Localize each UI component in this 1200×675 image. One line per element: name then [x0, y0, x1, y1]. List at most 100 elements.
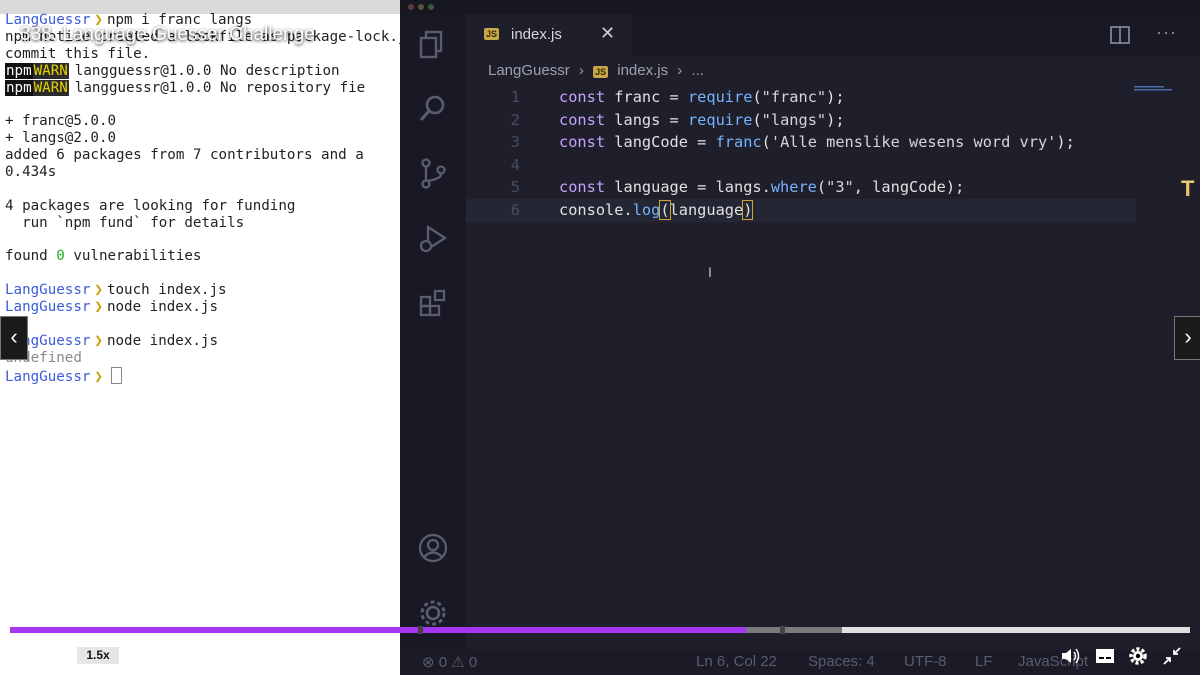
- code-text: const langs = require("langs");: [559, 109, 845, 132]
- breadcrumb-separator: ›: [578, 62, 584, 79]
- code-area[interactable]: 1 const franc = require("franc"); 2 const l…: [466, 86, 1136, 222]
- chapter-marker[interactable]: [780, 626, 785, 634]
- terminal-line: npm WARN langguessr@1.0.0 No description: [5, 62, 400, 80]
- prompt-arrow-icon: ❯: [94, 282, 103, 299]
- output-text: + langs@2.0.0: [5, 130, 117, 147]
- code-line[interactable]: 5 const language = langs.where("3", langC…: [466, 176, 1136, 199]
- output-text: 4 packages are looking for funding: [5, 197, 296, 214]
- terminal-line: LangGuessr ❯ node index.js: [5, 333, 400, 350]
- next-lecture-button[interactable]: ›: [1174, 316, 1200, 360]
- video-progress-bar[interactable]: [10, 626, 1190, 634]
- chapter-marker[interactable]: [418, 626, 423, 634]
- terminal-panel: LangGuessr ❯ npm i franc langs npm notice c…: [0, 0, 400, 675]
- breadcrumb-more[interactable]: ...: [691, 62, 704, 79]
- code-token: (: [761, 133, 771, 152]
- terminal-line: + franc@5.0.0: [5, 113, 400, 130]
- forward-icon[interactable]: [130, 646, 148, 666]
- npm-badge: npm: [5, 79, 33, 96]
- run-debug-icon[interactable]: [417, 222, 449, 254]
- npm-badge: npm: [5, 62, 33, 79]
- vulnerability-count: 0: [56, 248, 65, 265]
- output-text: found: [5, 248, 57, 265]
- code-line[interactable]: 6 console.log(language): [466, 198, 1136, 222]
- terminal-line: r: [5, 316, 400, 333]
- playback-speed-button[interactable]: 1.5x: [77, 647, 119, 664]
- code-token: language = langs.: [614, 178, 771, 197]
- output-text: vulnerabilities: [64, 248, 202, 265]
- extensions-icon[interactable]: [417, 287, 449, 319]
- code-token: "langs": [761, 110, 827, 129]
- exit-fullscreen-icon[interactable]: [1163, 647, 1181, 665]
- code-token: ): [742, 199, 754, 220]
- code-token: );: [826, 110, 845, 129]
- code-token: franc =: [614, 88, 688, 106]
- rewind-icon[interactable]: [50, 646, 68, 666]
- code-token: (: [659, 199, 671, 220]
- playback-time: 6:17 / 10:04: [160, 648, 225, 662]
- play-icon[interactable]: [18, 648, 34, 666]
- terminal-line: run `npm fund` for details: [5, 215, 400, 232]
- js-file-icon: JS: [593, 66, 609, 78]
- text-cursor-marker: T: [1181, 176, 1195, 201]
- code-token: (: [752, 110, 762, 129]
- breadcrumb-separator: ›: [677, 62, 683, 79]
- code-token: require: [687, 88, 753, 106]
- prompt-arrow-icon: ❯: [94, 368, 103, 385]
- prompt-directory: LangGuessr: [5, 368, 91, 385]
- code-token: (: [752, 88, 762, 106]
- search-icon[interactable]: [417, 92, 449, 124]
- code-token: , langCode);: [853, 178, 965, 197]
- close-tab-icon[interactable]: ✕: [600, 23, 615, 44]
- terminal-line: npm WARN langguessr@1.0.0 No repository fi…: [5, 79, 400, 97]
- account-icon[interactable]: [417, 532, 449, 564]
- code-line[interactable]: 3 const langCode = franc('Alle menslike w…: [466, 131, 1136, 154]
- breadcrumb-file[interactable]: index.js: [617, 62, 668, 79]
- close-window-icon[interactable]: [408, 4, 414, 10]
- minimap[interactable]: [1134, 86, 1176, 91]
- line-number: 2: [510, 110, 520, 129]
- activity-bar: [400, 14, 466, 675]
- breadcrumb: LangGuessr › JS index.js › ...: [488, 62, 709, 79]
- warning-text: langguessr@1.0.0 No description: [74, 62, 340, 79]
- breadcrumb-folder[interactable]: LangGuessr: [488, 62, 570, 79]
- editor-tab-bar: JS index.js ✕ ···: [466, 14, 1200, 58]
- output-text: commit this file.: [5, 45, 151, 62]
- line-number: 3: [510, 133, 520, 152]
- explorer-icon[interactable]: [417, 28, 449, 60]
- source-control-icon[interactable]: [417, 157, 449, 189]
- player-controls: 1.5x 6:17 / 10:04: [0, 638, 1200, 675]
- maximize-window-icon[interactable]: [428, 4, 434, 10]
- terminal-line: undefined: [5, 350, 400, 367]
- code-token: "franc": [761, 88, 827, 106]
- code-line[interactable]: 4: [466, 154, 1136, 177]
- code-editor-window: JS index.js ✕ ··· LangGuessr › JS index.…: [400, 0, 1200, 675]
- code-token: 'Alle menslike wesens word vry': [770, 133, 1057, 152]
- code-text: console.log(language): [559, 199, 754, 222]
- captions-icon[interactable]: [1095, 648, 1115, 664]
- code-line[interactable]: 2 const langs = require("langs");: [466, 109, 1136, 132]
- code-text: const language = langs.where("3", langCo…: [559, 176, 964, 199]
- code-token: language: [669, 200, 744, 219]
- volume-icon[interactable]: [1061, 647, 1081, 665]
- tab-index-js[interactable]: JS index.js ✕: [466, 14, 632, 58]
- settings-gear-icon[interactable]: [417, 597, 449, 629]
- more-actions-icon[interactable]: ···: [1156, 22, 1177, 43]
- progress-played: [10, 627, 747, 633]
- code-token: );: [826, 88, 845, 106]
- previous-lecture-button[interactable]: ‹: [0, 316, 28, 360]
- code-token: require: [687, 110, 753, 129]
- terminal-cursor: [110, 366, 122, 384]
- prompt-directory: LangGuessr: [5, 299, 91, 316]
- prompt-arrow-icon: ❯: [94, 332, 103, 349]
- split-editor-icon[interactable]: [1110, 26, 1130, 44]
- terminal-line: added 6 packages from 7 contributors and…: [5, 147, 400, 164]
- settings-icon[interactable]: [1128, 646, 1148, 666]
- chevron-left-icon: ‹: [10, 324, 18, 349]
- minimize-window-icon[interactable]: [418, 4, 424, 10]
- terminal-line: found 0 vulnerabilities: [5, 248, 400, 265]
- code-token: const: [559, 133, 606, 152]
- video-title: 338. Language Guesser Challenge: [20, 24, 315, 45]
- code-line[interactable]: 1 const franc = require("franc");: [466, 86, 1136, 109]
